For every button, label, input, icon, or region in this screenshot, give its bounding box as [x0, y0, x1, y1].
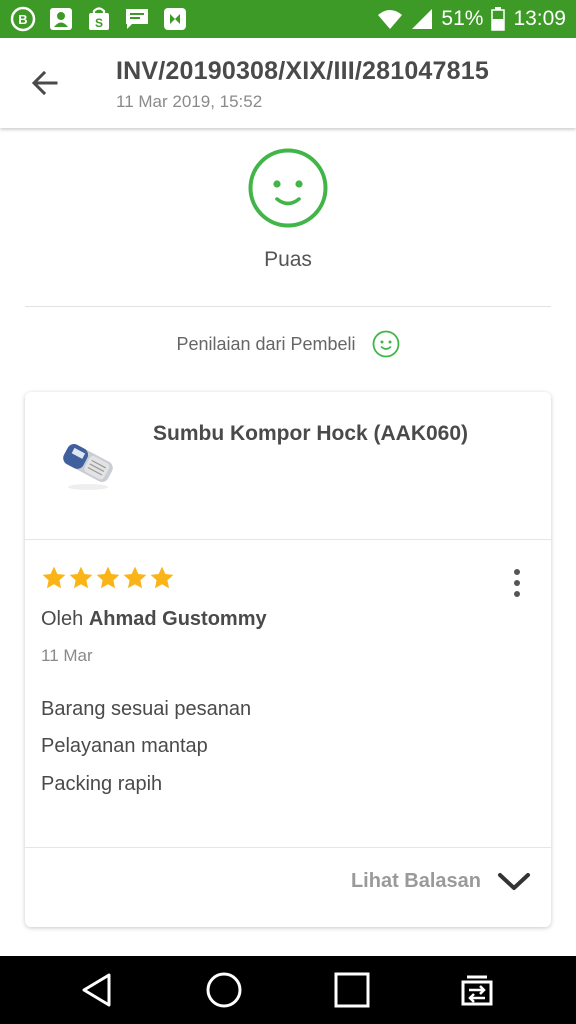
see-replies-button[interactable]: Lihat Balasan — [351, 870, 531, 893]
divider — [25, 306, 551, 307]
svg-text:B: B — [18, 12, 27, 27]
star-icon — [123, 566, 147, 589]
switch-apps-icon[interactable] — [457, 970, 497, 1010]
shopping-bag-icon: S — [89, 7, 109, 30]
recents-square-icon[interactable] — [332, 970, 372, 1010]
divider — [25, 847, 551, 848]
star-icon — [96, 566, 120, 589]
back-triangle-icon[interactable] — [78, 970, 118, 1010]
author-name: Ahmad Gustommy — [88, 608, 267, 630]
review-text-line: Pelayanan mantap — [41, 735, 208, 757]
contact-card-icon — [50, 8, 72, 30]
battery-percent: 51% — [441, 7, 484, 30]
satisfaction-label: Puas — [264, 248, 312, 271]
invoice-number: INV/20190308/XIX/III/281047815 — [116, 57, 489, 85]
review-card: Sumbu Kompor Hock (AAK060) Oleh Ahmad Gu… — [25, 392, 551, 927]
review-text-line: Packing rapih — [41, 773, 163, 795]
notification-icons: B S — [10, 6, 188, 32]
review-author: Oleh Ahmad Gustommy — [41, 608, 267, 631]
product-name[interactable]: Sumbu Kompor Hock (AAK060) — [153, 422, 468, 446]
chevron-down-icon — [498, 872, 530, 890]
see-replies-label: Lihat Balasan — [350, 870, 481, 892]
invoice-date: 11 Mar 2019, 15:52 — [116, 92, 263, 111]
star-rating — [41, 565, 175, 591]
message-icon — [126, 9, 148, 29]
clock: 13:09 — [513, 7, 566, 30]
bbm-icon: B — [10, 6, 36, 32]
star-icon — [42, 566, 66, 589]
star-icon — [69, 566, 93, 589]
more-options-icon[interactable] — [505, 568, 529, 598]
system-nav-bar — [0, 956, 576, 1024]
author-prefix: Oleh — [41, 608, 84, 630]
smile-icon — [372, 330, 399, 358]
status-bar: B S 51% 13:09 — [0, 0, 576, 38]
star-icon — [150, 566, 174, 589]
product-image[interactable] — [57, 432, 119, 494]
wifi-icon — [378, 10, 403, 29]
svg-text:S: S — [95, 16, 103, 30]
tokopedia-icon — [164, 8, 186, 30]
review-text-line: Barang sesuai pesanan — [41, 698, 252, 720]
home-circle-icon[interactable] — [204, 970, 244, 1010]
rating-source: Penilaian dari Pembeli — [0, 330, 576, 358]
signal-icon — [412, 9, 433, 29]
app-header: INV/20190308/XIX/III/281047815 11 Mar 20… — [0, 38, 576, 128]
rating-source-label: Penilaian dari Pembeli — [176, 333, 356, 354]
divider — [25, 539, 551, 540]
battery-icon — [491, 7, 506, 31]
smile-icon — [248, 148, 328, 228]
status-right: 51% 13:09 — [377, 0, 566, 38]
arrow-left-icon[interactable] — [28, 66, 62, 100]
review-date: 11 Mar — [41, 646, 93, 665]
